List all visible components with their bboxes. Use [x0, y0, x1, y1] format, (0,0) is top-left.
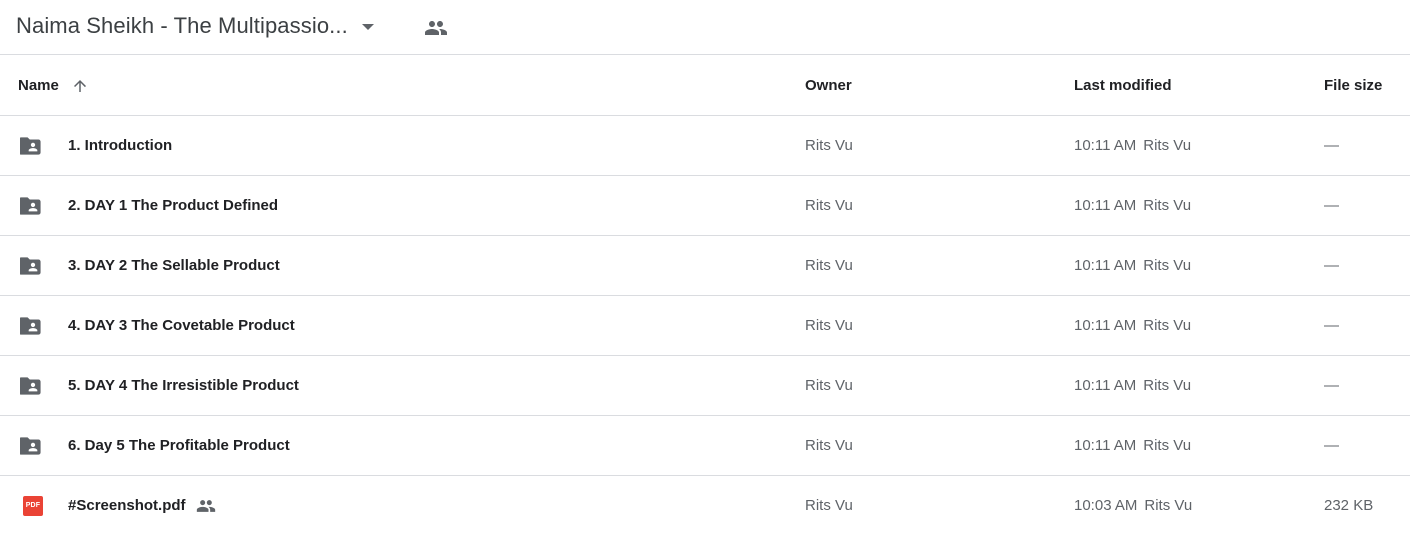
- column-header-owner-label: Owner: [805, 77, 852, 94]
- folder-title: Naima Sheikh - The Multipassio...: [16, 13, 348, 38]
- file-name: #Screenshot.pdf: [68, 497, 186, 514]
- file-row[interactable]: 4. DAY 3 The Covetable Product Rits Vu 1…: [0, 296, 1410, 356]
- file-row[interactable]: PDF #Screenshot.pdf Rits Vu 10:03 AM Rit…: [0, 476, 1410, 536]
- modified-time: 10:03 AM: [1074, 497, 1138, 514]
- shared-folder-icon: [20, 416, 46, 475]
- file-list: 1. Introduction Rits Vu 10:11 AM Rits Vu…: [0, 116, 1410, 536]
- file-owner: Rits Vu: [805, 377, 853, 394]
- file-size: —: [1324, 437, 1339, 454]
- shared-folder-icon: [20, 176, 46, 235]
- file-last-modified: 10:11 AM Rits Vu: [1074, 296, 1191, 355]
- modified-by: Rits Vu: [1143, 197, 1192, 214]
- top-bar: Naima Sheikh - The Multipassio...: [0, 0, 1410, 55]
- pdf-file-icon: PDF: [20, 476, 46, 535]
- modified-time: 10:11 AM: [1074, 377, 1137, 394]
- column-header-name[interactable]: Name: [18, 56, 89, 115]
- file-name: 6. Day 5 The Profitable Product: [68, 437, 290, 454]
- file-last-modified: 10:11 AM Rits Vu: [1074, 176, 1191, 235]
- pdf-badge: PDF: [23, 495, 43, 516]
- file-size: —: [1324, 197, 1339, 214]
- file-row[interactable]: 3. DAY 2 The Sellable Product Rits Vu 10…: [0, 236, 1410, 296]
- file-owner: Rits Vu: [805, 197, 853, 214]
- shared-folder-icon: [20, 296, 46, 355]
- shared-people-icon[interactable]: [424, 16, 448, 40]
- file-row[interactable]: 6. Day 5 The Profitable Product Rits Vu …: [0, 416, 1410, 476]
- file-last-modified: 10:11 AM Rits Vu: [1074, 116, 1191, 175]
- file-size: —: [1324, 317, 1339, 334]
- file-size: 232 KB: [1324, 497, 1374, 514]
- file-owner: Rits Vu: [805, 137, 853, 154]
- file-row[interactable]: 1. Introduction Rits Vu 10:11 AM Rits Vu…: [0, 116, 1410, 176]
- modified-by: Rits Vu: [1143, 257, 1192, 274]
- modified-by: Rits Vu: [1143, 437, 1192, 454]
- column-header-last-modified-label: Last modified: [1074, 77, 1172, 94]
- file-size: —: [1324, 257, 1339, 274]
- column-header-row: Name Owner Last modified File size: [0, 56, 1410, 116]
- file-last-modified: 10:03 AM Rits Vu: [1074, 476, 1192, 535]
- file-row[interactable]: 2. DAY 1 The Product Defined Rits Vu 10:…: [0, 176, 1410, 236]
- file-row[interactable]: 5. DAY 4 The Irresistible Product Rits V…: [0, 356, 1410, 416]
- modified-time: 10:11 AM: [1074, 257, 1137, 274]
- modified-time: 10:11 AM: [1074, 317, 1137, 334]
- column-header-file-size-label: File size: [1324, 77, 1383, 94]
- file-last-modified: 10:11 AM Rits Vu: [1074, 356, 1191, 415]
- file-last-modified: 10:11 AM Rits Vu: [1074, 416, 1191, 475]
- modified-by: Rits Vu: [1143, 377, 1192, 394]
- modified-time: 10:11 AM: [1074, 197, 1137, 214]
- shared-folder-icon: [20, 356, 46, 415]
- modified-by: Rits Vu: [1143, 137, 1192, 154]
- shared-folder-icon: [20, 116, 46, 175]
- file-name: 2. DAY 1 The Product Defined: [68, 197, 279, 214]
- modified-by: Rits Vu: [1144, 497, 1193, 514]
- shared-folder-icon: [20, 236, 46, 295]
- column-header-file-size[interactable]: File size: [1324, 56, 1382, 115]
- column-header-last-modified[interactable]: Last modified: [1074, 56, 1172, 115]
- column-header-name-label: Name: [18, 77, 59, 94]
- file-name-cell: #Screenshot.pdf: [68, 476, 216, 535]
- column-header-owner[interactable]: Owner: [805, 56, 852, 115]
- file-name: 5. DAY 4 The Irresistible Product: [68, 377, 299, 394]
- caret-down-icon: [361, 24, 374, 30]
- file-owner: Rits Vu: [805, 437, 853, 454]
- file-size: —: [1324, 137, 1339, 154]
- folder-title-dropdown[interactable]: Naima Sheikh - The Multipassio...: [8, 6, 382, 46]
- file-size: —: [1324, 377, 1339, 394]
- shared-people-icon: [196, 496, 216, 516]
- file-name: 3. DAY 2 The Sellable Product: [68, 257, 280, 274]
- file-owner: Rits Vu: [805, 257, 853, 274]
- file-name: 1. Introduction: [68, 137, 173, 154]
- modified-by: Rits Vu: [1143, 317, 1192, 334]
- arrow-up-icon[interactable]: [71, 77, 89, 95]
- file-name: 4. DAY 3 The Covetable Product: [68, 317, 295, 334]
- file-owner: Rits Vu: [805, 317, 853, 334]
- modified-time: 10:11 AM: [1074, 437, 1137, 454]
- file-owner: Rits Vu: [805, 497, 853, 514]
- modified-time: 10:11 AM: [1074, 137, 1137, 154]
- file-last-modified: 10:11 AM Rits Vu: [1074, 236, 1191, 295]
